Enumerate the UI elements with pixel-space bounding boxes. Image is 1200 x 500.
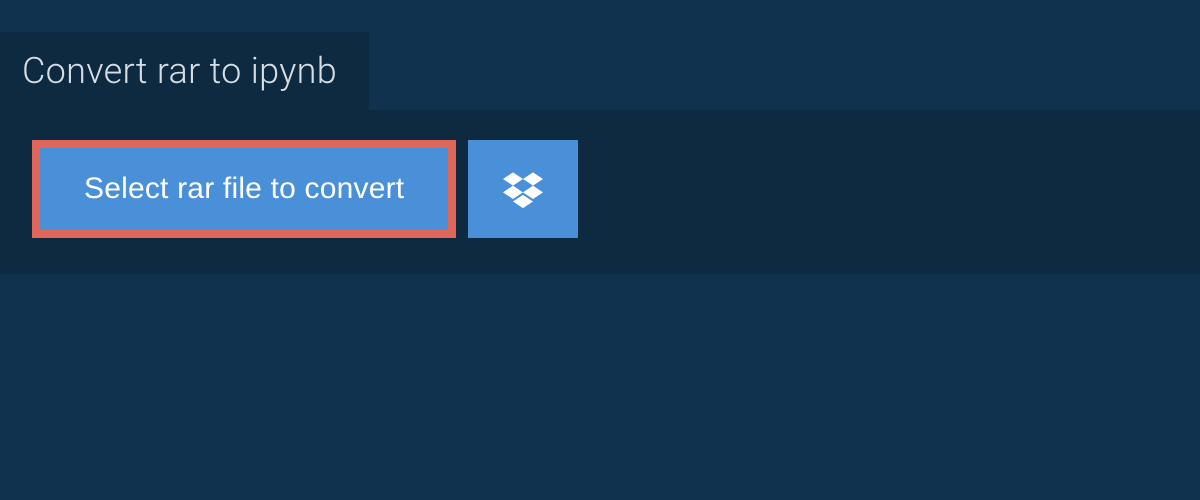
button-row: Select rar file to convert <box>32 140 1168 238</box>
page-title: Convert rar to ipynb <box>22 50 337 92</box>
dropbox-button[interactable] <box>468 140 578 238</box>
main-panel: Select rar file to convert <box>0 110 1200 274</box>
dropbox-icon <box>503 169 543 209</box>
select-file-highlight: Select rar file to convert <box>32 140 456 238</box>
select-file-button[interactable]: Select rar file to convert <box>40 148 448 230</box>
tab-header: Convert rar to ipynb <box>0 32 369 110</box>
